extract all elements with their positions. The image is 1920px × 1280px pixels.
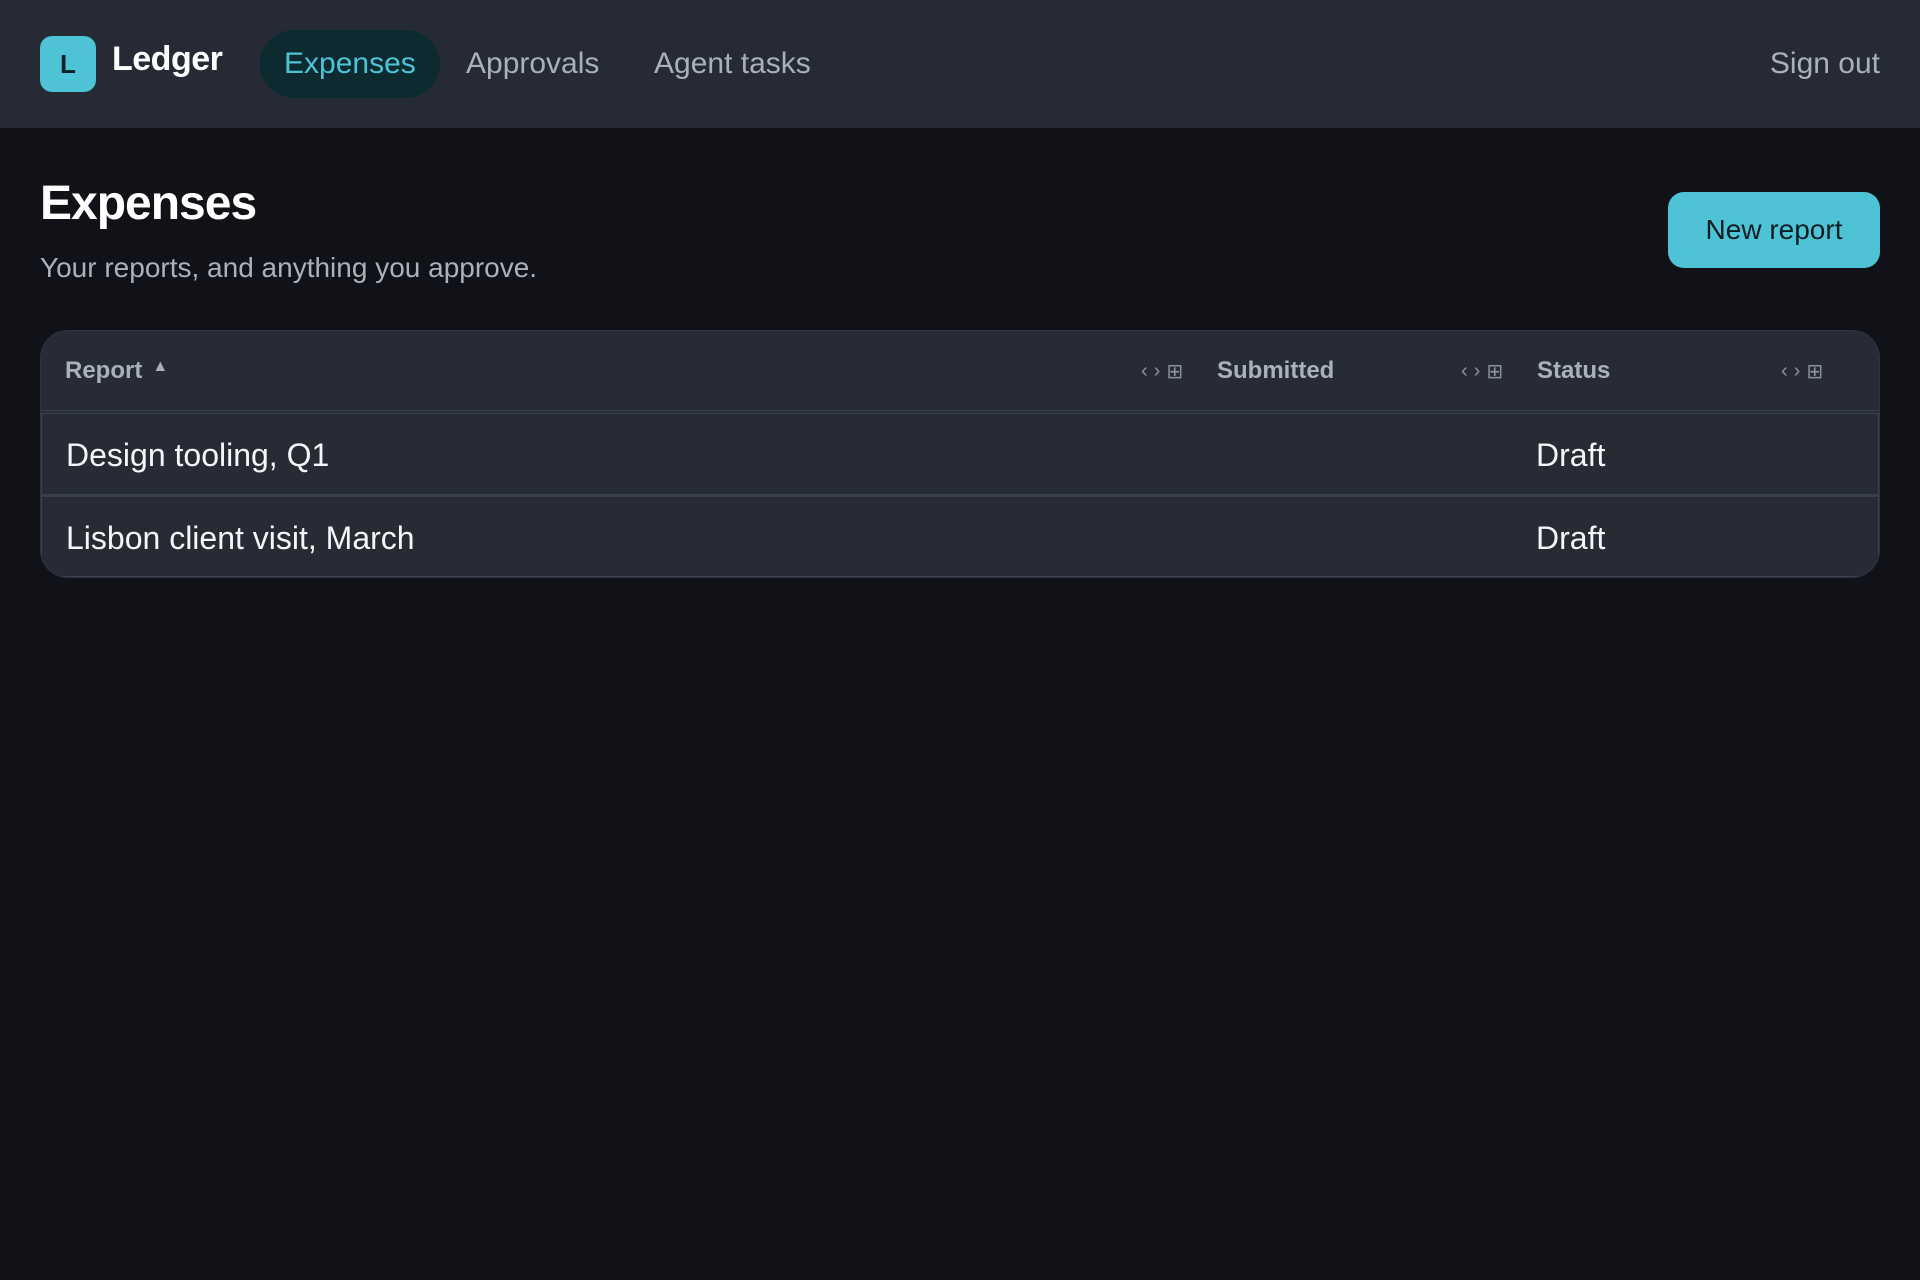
page-subtitle: Your reports, and anything you approve. — [40, 252, 538, 283]
sort-ascending-icon: ▲ — [152, 358, 169, 375]
chevron-right-icon[interactable]: › — [1154, 360, 1161, 383]
column-header-submitted[interactable]: Submitted — [1217, 331, 1334, 411]
sign-out-link[interactable]: Sign out — [1770, 30, 1880, 98]
nav-item-approvals[interactable]: Approvals — [442, 30, 623, 98]
report-name-cell: Lisbon client visit, March — [66, 519, 415, 556]
column-header-label: Submitted — [1217, 357, 1335, 384]
status-cell: Draft — [1536, 519, 1606, 556]
chevron-left-icon[interactable]: ‹ — [1141, 360, 1148, 383]
column-header-label: Status — [1537, 357, 1611, 384]
table-row[interactable]: Design tooling, Q1 Draft — [41, 413, 1879, 495]
brand-name[interactable]: Ledger — [112, 40, 223, 79]
table-body: Design tooling, Q1 Draft Lisbon client v… — [41, 413, 1879, 577]
nav-item-label: Expenses — [284, 47, 416, 80]
column-tools-submitted: ‹ › ⊞ — [1461, 331, 1503, 411]
column-header-report[interactable]: Report ▲ — [65, 331, 168, 411]
chevron-right-icon[interactable]: › — [1474, 360, 1481, 383]
column-header-label: Report — [65, 357, 143, 384]
reports-table: Report ▲ ‹ › ⊞ Submitted ‹ › ⊞ Status ‹ … — [40, 330, 1880, 578]
nav-item-label: Approvals — [466, 47, 600, 80]
table-header: Report ▲ ‹ › ⊞ Submitted ‹ › ⊞ Status ‹ … — [41, 331, 1879, 411]
top-navigation-bar: L Ledger Expenses Approvals Agent tasks … — [0, 0, 1920, 128]
grid-icon[interactable]: ⊞ — [1486, 359, 1503, 384]
chevron-left-icon[interactable]: ‹ — [1781, 360, 1788, 383]
app-logo[interactable]: L — [40, 36, 96, 92]
column-tools-status: ‹ › ⊞ — [1781, 331, 1823, 411]
chevron-right-icon[interactable]: › — [1794, 360, 1801, 383]
chevron-left-icon[interactable]: ‹ — [1461, 360, 1468, 383]
nav-item-expenses[interactable]: Expenses — [260, 30, 440, 98]
grid-icon[interactable]: ⊞ — [1166, 359, 1183, 384]
nav-item-agent-tasks[interactable]: Agent tasks — [630, 30, 835, 98]
grid-icon[interactable]: ⊞ — [1806, 359, 1823, 384]
logo-letter: L — [60, 48, 76, 79]
new-report-button[interactable]: New report — [1668, 192, 1880, 268]
nav-item-label: Agent tasks — [654, 47, 811, 80]
page-title: Expenses — [40, 177, 257, 230]
status-cell: Draft — [1536, 436, 1606, 473]
column-tools-report: ‹ › ⊞ — [1141, 331, 1183, 411]
table-row[interactable]: Lisbon client visit, March Draft — [41, 495, 1879, 577]
report-name-cell: Design tooling, Q1 — [66, 436, 330, 473]
column-header-status[interactable]: Status — [1537, 331, 1610, 411]
